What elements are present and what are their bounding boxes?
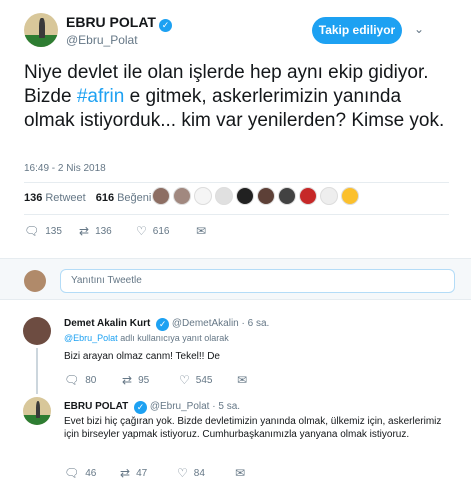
like-count: 616	[95, 192, 115, 204]
reply-author-handle[interactable]: @DemetAkalin	[172, 318, 239, 329]
follow-button[interactable]: Takip ediliyor	[312, 17, 402, 44]
reply-header: EBRU POLAT ✓ @Ebru_Polat · 5 sa.	[64, 401, 240, 414]
liker-avatar[interactable]	[299, 187, 317, 205]
tweet-actions: 🗨︎ 135 ⇄ 136 ♡ 616 ✉	[24, 224, 212, 238]
retweet-button[interactable]: ⇄ 95	[122, 373, 179, 387]
envelope-icon: ✉	[237, 373, 248, 387]
reply-time[interactable]: · 6 sa.	[242, 318, 270, 329]
author-handle[interactable]: @Ebru_Polat	[66, 33, 138, 47]
tweet-stats: 136 Retweet 616 Beğeni	[24, 186, 161, 210]
liker-avatars	[152, 187, 362, 205]
replying-to-link[interactable]: @Ebru_Polat	[64, 333, 118, 343]
liker-avatar[interactable]	[215, 187, 233, 205]
reply-text: Evet bizi hiç çağıran yok. Bizde devleti…	[64, 416, 442, 440]
reply-button[interactable]: 🗨︎ 135	[24, 224, 79, 238]
author-avatar[interactable]	[24, 13, 58, 47]
verified-badge-icon: ✓	[134, 401, 148, 414]
liker-avatar[interactable]	[257, 187, 275, 205]
verified-badge-icon: ✓	[156, 318, 170, 331]
reply-author-name[interactable]: Demet Akalin Kurt	[64, 318, 150, 329]
reply-icon: 🗨︎	[24, 224, 40, 238]
hashtag-link[interactable]: #afrin	[77, 86, 125, 107]
like-button[interactable]: ♡ 545	[179, 373, 237, 387]
liker-avatar[interactable]	[152, 187, 170, 205]
reply-header: Demet Akalin Kurt ✓ @DemetAkalin · 6 sa.	[64, 318, 269, 331]
reply-input[interactable]: Yanıtını Tweetle	[60, 269, 455, 293]
reply-icon: 🗨︎	[64, 466, 80, 480]
liker-avatar[interactable]	[173, 187, 191, 205]
heart-icon: ♡	[179, 373, 190, 387]
reply-icon: 🗨︎	[64, 373, 80, 387]
reply-avatar[interactable]	[23, 397, 51, 425]
envelope-icon: ✉	[235, 466, 246, 480]
dm-button[interactable]: ✉	[235, 466, 251, 480]
retweet-action-count: 95	[138, 374, 150, 386]
reply-time[interactable]: · 5 sa.	[212, 401, 240, 412]
divider	[24, 214, 449, 215]
retweet-button[interactable]: ⇄ 47	[120, 466, 177, 480]
reply-button[interactable]: 🗨︎ 46	[64, 466, 120, 480]
replying-to: @Ebru_Polat adlı kullanıcıya yanıt olara…	[64, 333, 229, 343]
author-name-row[interactable]: EBRU POLAT ✓	[66, 14, 172, 32]
like-action-count: 84	[193, 467, 205, 479]
reply-text: Bizi arayan olmaz canm! Tekel!! De	[64, 351, 220, 362]
retweet-action-count: 47	[136, 467, 148, 479]
divider	[24, 182, 449, 183]
retweet-stat[interactable]: 136 Retweet	[24, 192, 86, 204]
reply-author-name[interactable]: EBRU POLAT	[64, 401, 128, 412]
thread-connector	[36, 348, 38, 394]
like-button[interactable]: ♡ 84	[177, 466, 235, 480]
replying-to-text: adlı kullanıcıya yanıt olarak	[120, 333, 229, 343]
liker-avatar[interactable]	[320, 187, 338, 205]
reply-count: 80	[85, 374, 97, 386]
reply-count: 135	[45, 225, 62, 237]
retweet-stat-label: Retweet	[45, 192, 86, 204]
liker-avatar[interactable]	[194, 187, 212, 205]
reply-author-handle[interactable]: @Ebru_Polat	[150, 401, 210, 412]
reply-avatar[interactable]	[23, 317, 51, 345]
heart-icon: ♡	[177, 466, 188, 480]
chevron-down-icon[interactable]: ⌄	[412, 22, 426, 36]
liker-avatar[interactable]	[236, 187, 254, 205]
tweet-timestamp[interactable]: 16:49 - 2 Nis 2018	[24, 163, 106, 174]
like-stat[interactable]: 616 Beğeni	[96, 192, 152, 204]
reply-button[interactable]: 🗨︎ 80	[64, 373, 122, 387]
reply-count: 46	[85, 467, 97, 479]
retweet-icon: ⇄	[120, 466, 131, 480]
current-user-avatar	[24, 270, 46, 292]
verified-badge-icon: ✓	[158, 19, 172, 32]
dm-button[interactable]: ✉	[196, 224, 212, 238]
author-name[interactable]: EBRU POLAT	[66, 14, 156, 30]
like-stat-label: Beğeni	[117, 192, 152, 204]
dm-button[interactable]: ✉	[237, 373, 253, 387]
retweet-count: 136	[24, 192, 43, 204]
retweet-action-count: 136	[95, 225, 112, 237]
liker-avatar[interactable]	[341, 187, 359, 205]
like-action-count: 616	[152, 225, 170, 237]
like-button[interactable]: ♡ 616	[136, 224, 196, 238]
tweet-text: Niye devlet ile olan işlerde hep aynı ek…	[24, 61, 454, 133]
retweet-icon: ⇄	[79, 224, 90, 238]
retweet-button[interactable]: ⇄ 136	[79, 224, 136, 238]
heart-icon: ♡	[136, 224, 147, 238]
reply-actions: 🗨︎ 46 ⇄ 47 ♡ 84 ✉	[64, 466, 251, 480]
like-action-count: 545	[195, 374, 213, 386]
envelope-icon: ✉	[196, 224, 207, 238]
reply-actions: 🗨︎ 80 ⇄ 95 ♡ 545 ✉	[64, 373, 253, 387]
liker-avatar[interactable]	[278, 187, 296, 205]
retweet-icon: ⇄	[122, 373, 133, 387]
